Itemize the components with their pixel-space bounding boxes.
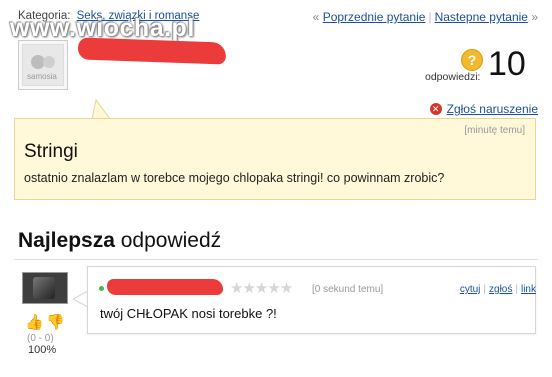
vote-count: (0 - 0) <box>27 333 54 344</box>
thumbs-up-icon[interactable]: 👍 <box>25 313 44 331</box>
report-answer-link[interactable]: zgłoś <box>489 284 512 295</box>
answers-label: odpowiedzi: <box>425 71 481 83</box>
permalink-link[interactable]: link <box>521 284 536 295</box>
question-box: [minutę temu] Stringi ostatnio znalazlam… <box>14 118 536 200</box>
thumbs-down-icon[interactable]: 👎 <box>46 313 65 331</box>
answer-time: [0 sekund temu] <box>312 284 384 295</box>
avatar-placeholder: samosia <box>22 44 64 86</box>
answerer-avatar[interactable] <box>22 272 68 304</box>
report-question[interactable]: ✕ Zgłoś naruszenie <box>429 102 538 116</box>
speech-tail <box>88 98 112 120</box>
answer-box <box>87 266 536 334</box>
nav-prefix: « <box>312 10 320 24</box>
answer-text: twój CHŁOPAK nosi torebke ?! <box>100 306 277 321</box>
question-title: Stringi <box>24 141 78 162</box>
question-time: [minutę temu] <box>464 125 525 136</box>
vote-percent: 100% <box>28 344 57 356</box>
question-nav: « Poprzednie pytanie | Nastepne pytanie » <box>313 10 538 24</box>
report-link[interactable]: Zgłoś naruszenie <box>447 102 538 116</box>
answer-actions: cytuj | zgłoś | link <box>460 284 536 295</box>
x-circle-icon: ✕ <box>429 103 442 115</box>
actions-separator: | <box>515 284 518 295</box>
question-icon: ? <box>461 49 483 71</box>
asker-avatar[interactable]: samosia <box>18 40 68 90</box>
avatar-placeholder-icon: samosia <box>27 55 57 81</box>
redacted-answerer-name <box>107 279 223 295</box>
divider <box>14 259 538 260</box>
quote-link[interactable]: cytuj <box>460 284 481 295</box>
answer-tail <box>72 290 88 308</box>
nav-suffix: » <box>531 10 538 24</box>
redacted-username <box>77 37 227 65</box>
best-heading-bold: Najlepsza <box>18 229 115 252</box>
best-answer-heading: Najlepsza odpowiedź <box>18 229 221 253</box>
next-question-link[interactable]: Nastepne pytanie <box>435 10 528 24</box>
question-text: ostatnio znalazlam w torebce mojego chlo… <box>24 171 445 185</box>
svg-text:samosia: samosia <box>27 72 57 81</box>
prev-question-link[interactable]: Poprzednie pytanie <box>323 10 426 24</box>
rating-stars[interactable]: ★★★★★ <box>230 279 293 297</box>
online-status-dot <box>99 286 104 291</box>
answers-count: 10 <box>488 45 526 83</box>
actions-separator: | <box>483 284 487 295</box>
nav-separator: | <box>428 10 432 24</box>
best-heading-rest: odpowiedź <box>120 229 222 252</box>
